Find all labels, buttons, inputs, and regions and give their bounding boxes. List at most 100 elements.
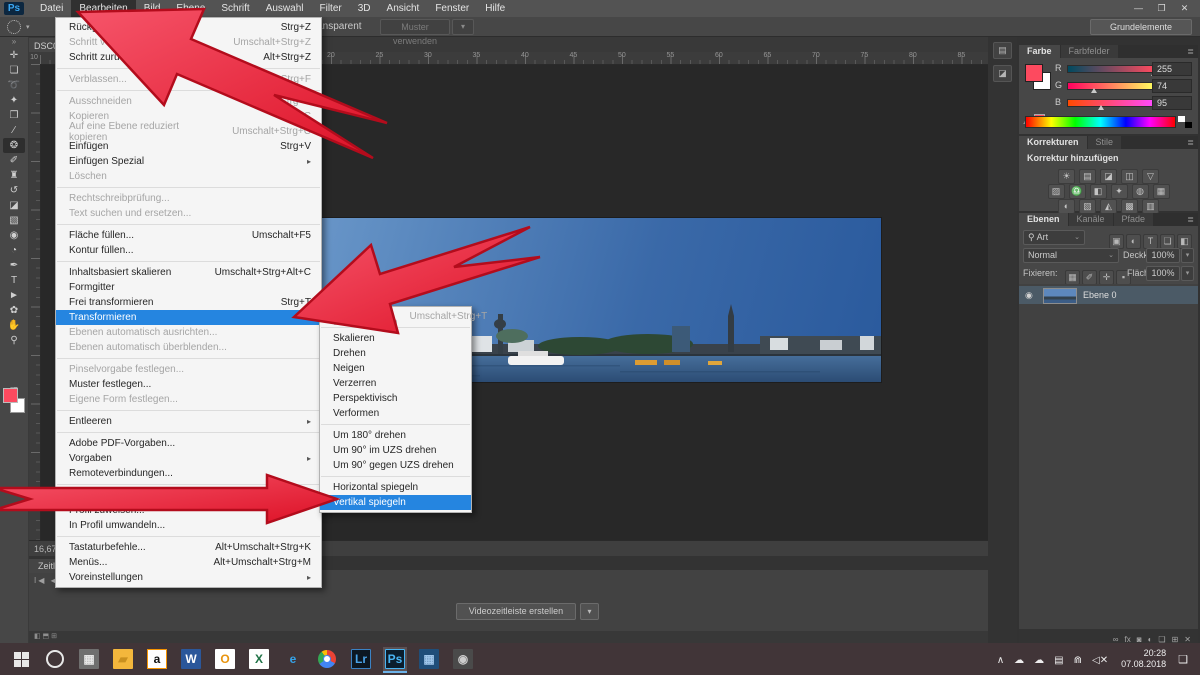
menu-item-inhaltsbasiert-skalieren[interactable]: Inhaltsbasiert skalierenUmschalt+Strg+Al… [56,265,321,280]
menu-item-horizontal-spiegeln[interactable]: Horizontal spiegeln [320,480,471,495]
color-spectrum-ramp[interactable] [1025,116,1176,128]
spot-healing-brush-tool[interactable]: ❂ [3,138,25,153]
pen-tool[interactable]: ✒ [3,258,25,273]
channel-value[interactable]: 74 [1152,79,1192,93]
menubar-item-auswahl[interactable]: Auswahl [258,0,312,17]
menu-item-remoteverbindungen[interactable]: Remoteverbindungen... [56,466,321,481]
menu-item-in-profil-umwandeln[interactable]: In Profil umwandeln... [56,518,321,533]
menubar-item-hilfe[interactable]: Hilfe [477,0,513,17]
layer-filter-select[interactable]: ⚲ Art⌄ [1023,230,1085,245]
tray-icon-2[interactable]: ☁ [1034,655,1044,666]
menu-item-l-schen[interactable]: Löschen [56,169,321,184]
tab-ebenen[interactable]: Ebenen [1019,213,1068,226]
layer-filter-icon-4[interactable]: ◧ [1177,234,1192,249]
gradient-tool[interactable]: ▧ [3,213,25,228]
menu-item-perspektivisch[interactable]: Perspektivisch [320,391,471,406]
workspace-switcher-button[interactable]: Grundelemente [1090,19,1192,35]
create-video-timeline-button[interactable]: Videozeitleiste erstellen [456,603,576,620]
cortana-search-button[interactable] [43,647,67,671]
menu-item-auf-eine-ebene-reduziert-kopieren[interactable]: Auf eine Ebene reduziert kopierenUmschal… [56,124,321,139]
menu-item-farbeinstellungen[interactable]: Farbeinstellungen...Umschalt+Strg+K [56,488,321,503]
history-brush-tool[interactable]: ↺ [3,183,25,198]
minimize-button[interactable]: — [1127,1,1150,16]
menubar-item-schrift[interactable]: Schrift [213,0,257,17]
lightroom-icon[interactable]: Lr [349,647,373,671]
menu-item-um-90-im-uzs-drehen[interactable]: Um 90° im UZS drehen [320,443,471,458]
collapsed-panel-icon-0[interactable]: ▤ [993,42,1012,59]
excel-icon[interactable]: X [247,647,271,671]
notes-app-icon[interactable]: ▦ [77,647,101,671]
menu-item-entleeren[interactable]: Entleeren▸ [56,414,321,429]
layers-panel-menu-icon[interactable]: ≣ [1187,213,1198,226]
lock-icon-0[interactable]: ▦ [1065,270,1080,285]
pattern-dropdown-button[interactable]: ▾ [452,19,474,35]
menu-item-verformen[interactable]: Verformen [320,406,471,421]
panel-foreground-swatch[interactable] [1025,64,1043,82]
screenshot-app-icon[interactable]: ◉ [451,647,475,671]
adjustment-icon-2-4[interactable]: ▥ [1142,199,1159,214]
slider-handle[interactable] [1098,105,1104,110]
collapsed-panel-icon-1[interactable]: ◪ [993,65,1012,82]
menu-item-verblassen[interactable]: Verblassen...Umschalt+Strg+F [56,72,321,87]
menubar-item-datei[interactable]: Datei [32,0,71,17]
menu-item-r-ckg-ngig[interactable]: RückgängigStrg+Z [56,20,321,35]
menu-item-erneut-transformieren[interactable]: Erneut transformierenUmschalt+Strg+T [320,309,471,324]
channel-slider-r[interactable] [1067,65,1155,73]
tab-farbe[interactable]: Farbe [1019,45,1060,58]
zoom-tool[interactable]: ⚲ [3,333,25,348]
rectangular-marquee-tool[interactable]: ❏ [3,63,25,78]
menu-item-skalieren[interactable]: Skalieren [320,331,471,346]
layer-filter-icon-2[interactable]: T [1143,234,1158,249]
menu-item-men-s[interactable]: Menüs...Alt+Umschalt+Strg+M [56,555,321,570]
tray-icon-4[interactable]: ⋒ [1074,655,1082,666]
menu-item-frei-transformieren[interactable]: Frei transformierenStrg+T [56,295,321,310]
menubar-item-3d[interactable]: 3D [350,0,379,17]
eraser-tool[interactable]: ◪ [3,198,25,213]
timeline-dropdown-button[interactable]: ▾ [580,603,599,620]
layer-filter-icon-1[interactable]: ◐ [1126,234,1141,249]
file-explorer-icon[interactable]: ▰ [111,647,135,671]
layer-thumbnail[interactable] [1043,288,1077,304]
layer-filter-icon-0[interactable]: ▣ [1109,234,1124,249]
photoshop-icon[interactable]: Ps [383,647,407,671]
edge-icon[interactable]: e [281,647,305,671]
channel-slider-g[interactable] [1067,82,1155,90]
adjustment-icon-2-1[interactable]: ▧ [1079,199,1096,214]
move-tool[interactable]: ✛ [3,48,25,63]
close-button[interactable]: ✕ [1173,1,1196,16]
menu-item-einf-gen-spezial[interactable]: Einfügen Spezial▸ [56,154,321,169]
path-selection-tool[interactable]: ► [3,288,25,303]
amazon-icon[interactable]: a [145,647,169,671]
opacity-value[interactable]: 100% [1146,248,1180,263]
toolbar-collapse-icon[interactable]: » [0,36,28,48]
fill-value[interactable]: 100% [1146,266,1180,281]
tab-stile[interactable]: Stile [1088,136,1122,149]
menu-item-pinselvorgabe-festlegen[interactable]: Pinselvorgabe festlegen... [56,362,321,377]
tray-icon-5[interactable]: ◁✕ [1092,655,1108,666]
tab-farbfelder[interactable]: Farbfelder [1061,45,1118,58]
type-tool[interactable]: T [3,273,25,288]
menu-item-muster-festlegen[interactable]: Muster festlegen... [56,377,321,392]
menu-item-adobe-pdf-vorgaben[interactable]: Adobe PDF-Vorgaben... [56,436,321,451]
menu-item-kontur-f-llen[interactable]: Kontur füllen... [56,243,321,258]
menu-item-vorgaben[interactable]: Vorgaben▸ [56,451,321,466]
custom-shape-tool[interactable]: ✿ [3,303,25,318]
slider-handle[interactable] [1091,88,1097,93]
layer-filter-icon-3[interactable]: ❏ [1160,234,1175,249]
menu-item-voreinstellungen[interactable]: Voreinstellungen▸ [56,570,321,585]
menubar-item-bearbeiten[interactable]: Bearbeiten [71,0,135,17]
spectrum-white-black[interactable] [1178,116,1192,128]
tool-preset-icon[interactable] [7,20,21,34]
start-button[interactable] [9,647,33,671]
channel-slider-b[interactable] [1067,99,1155,107]
color-panel-menu-icon[interactable]: ≣ [1187,45,1198,58]
adjustment-icon-2-0[interactable]: ◐ [1058,199,1075,214]
menu-item-schritt-vorw-rts[interactable]: Schritt vorwärtsUmschalt+Strg+Z [56,35,321,50]
clone-stamp-tool[interactable]: ♜ [3,168,25,183]
menu-item-profil-zuweisen[interactable]: Profil zuweisen... [56,503,321,518]
fill-dropdown[interactable]: ▾ [1181,266,1194,281]
menu-item-fl-che-f-llen[interactable]: Fläche füllen...Umschalt+F5 [56,228,321,243]
lock-icon-1[interactable]: ✐ [1082,270,1097,285]
menu-item-tastaturbefehle[interactable]: Tastaturbefehle...Alt+Umschalt+Strg+K [56,540,321,555]
menu-item-um-180-drehen[interactable]: Um 180° drehen [320,428,471,443]
